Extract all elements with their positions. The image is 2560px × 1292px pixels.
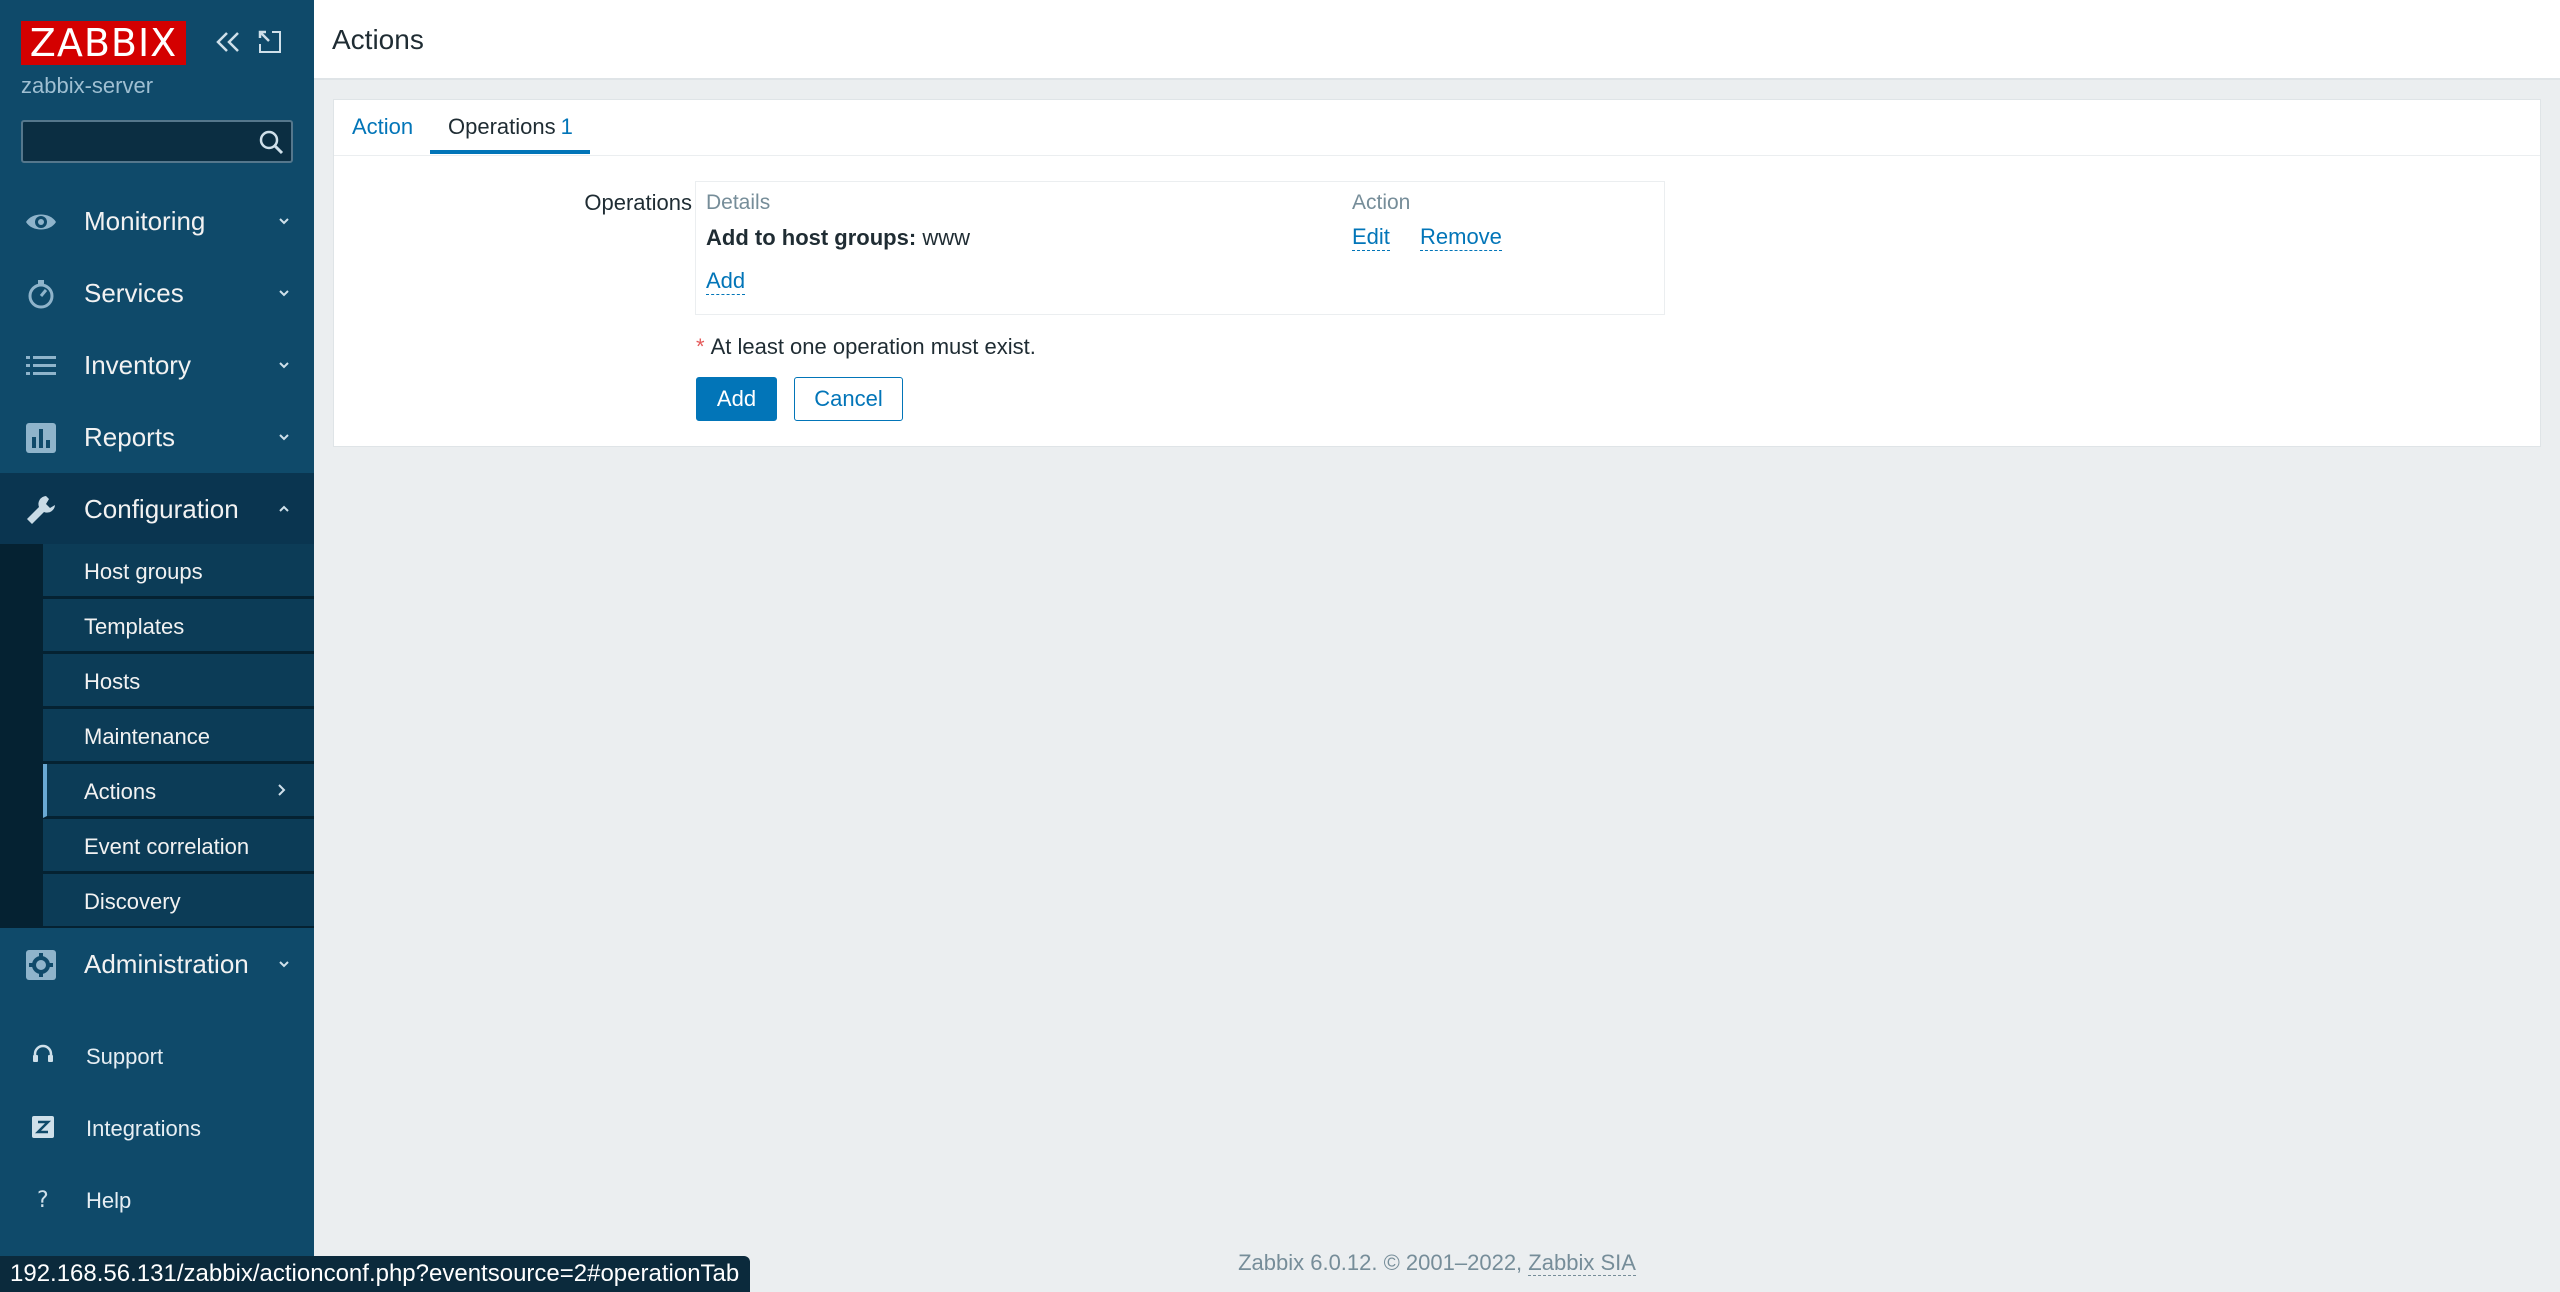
submenu-host-groups[interactable]: Host groups bbox=[43, 544, 314, 598]
collapse-sidebar-icon[interactable] bbox=[212, 26, 244, 58]
svg-text:?: ? bbox=[37, 1188, 49, 1212]
configuration-submenu: Host groups Templates Hosts Maintenance … bbox=[0, 544, 314, 928]
operations-required-hint: * At least one operation must exist. bbox=[696, 334, 1036, 360]
nav-configuration[interactable]: Configuration bbox=[0, 473, 314, 545]
add-button[interactable]: Add bbox=[696, 377, 777, 421]
edit-operation-link[interactable]: Edit bbox=[1352, 224, 1390, 251]
submenu-actions-label: Actions bbox=[84, 779, 157, 804]
chevron-down-icon bbox=[277, 430, 291, 444]
submenu-actions[interactable]: Actions bbox=[43, 764, 314, 818]
chevron-down-icon bbox=[277, 286, 291, 300]
tab-action[interactable]: Action bbox=[352, 114, 413, 140]
tab-operations-count: 1 bbox=[560, 114, 573, 139]
nav-inventory[interactable]: Inventory bbox=[0, 329, 314, 401]
nav-support-label: Support bbox=[86, 1044, 164, 1069]
nav-administration[interactable]: Administration bbox=[0, 928, 314, 1000]
eye-icon bbox=[24, 205, 58, 239]
hint-text: At least one operation must exist. bbox=[710, 334, 1036, 359]
page-title: Actions bbox=[332, 24, 424, 55]
submenu-templates-label: Templates bbox=[84, 614, 185, 639]
submenu-event-correlation[interactable]: Event correlation bbox=[43, 819, 314, 873]
operation-type: Add to host groups: bbox=[706, 225, 917, 250]
gear-icon bbox=[24, 948, 58, 982]
submenu-event-correlation-label: Event correlation bbox=[84, 834, 250, 859]
copyright-text: Zabbix 6.0.12. © 2001–2022, bbox=[1238, 1250, 1523, 1275]
nav-integrations-label: Integrations bbox=[86, 1116, 201, 1141]
submenu-discovery[interactable]: Discovery bbox=[43, 874, 314, 928]
headset-icon bbox=[30, 1042, 56, 1068]
chevron-down-icon bbox=[277, 957, 291, 971]
nav-reports-label: Reports bbox=[84, 421, 176, 452]
sidebar: ZABBIX zabbix-server Monitoring Services… bbox=[0, 0, 314, 1292]
browser-status-url: 192.168.56.131/zabbix/actionconf.php?eve… bbox=[0, 1256, 750, 1292]
submenu-hosts-label: Hosts bbox=[84, 669, 141, 694]
search-icon[interactable] bbox=[257, 128, 285, 156]
operations-label: Operations bbox=[584, 190, 692, 215]
search-input[interactable] bbox=[23, 122, 243, 161]
page-header: Actions bbox=[314, 0, 2560, 80]
nav-configuration-label: Configuration bbox=[84, 493, 239, 524]
required-asterisk: * bbox=[696, 334, 705, 359]
nav-monitoring[interactable]: Monitoring bbox=[0, 185, 314, 257]
list-icon bbox=[24, 349, 58, 383]
nav-inventory-label: Inventory bbox=[84, 349, 191, 380]
cancel-button[interactable]: Cancel bbox=[794, 377, 903, 421]
kiosk-mode-icon[interactable] bbox=[256, 28, 284, 56]
nav-reports[interactable]: Reports bbox=[0, 401, 314, 473]
submenu-host-groups-label: Host groups bbox=[84, 559, 203, 584]
nav-monitoring-label: Monitoring bbox=[84, 205, 206, 236]
chevron-up-icon bbox=[277, 502, 291, 516]
bar-chart-icon bbox=[24, 421, 58, 455]
z-icon bbox=[30, 1114, 56, 1140]
submenu-discovery-label: Discovery bbox=[84, 889, 181, 914]
remove-operation-link[interactable]: Remove bbox=[1420, 224, 1502, 251]
server-name: zabbix-server bbox=[21, 73, 154, 98]
chevron-down-icon bbox=[277, 358, 291, 372]
question-icon: ? bbox=[30, 1186, 56, 1213]
add-operation-link[interactable]: Add bbox=[706, 268, 746, 295]
active-tab-indicator bbox=[430, 150, 590, 154]
wrench-icon bbox=[24, 493, 58, 527]
submenu-templates[interactable]: Templates bbox=[43, 599, 314, 653]
chevron-right-icon bbox=[276, 782, 288, 798]
chevron-down-icon bbox=[277, 214, 291, 228]
vendor-link[interactable]: Zabbix SIA bbox=[1528, 1250, 1636, 1276]
nav-support[interactable]: Support bbox=[0, 1020, 314, 1092]
column-header-action: Action bbox=[1352, 191, 1411, 214]
nav-help[interactable]: ? Help bbox=[0, 1164, 314, 1236]
zabbix-logo[interactable]: ZABBIX bbox=[21, 21, 186, 65]
nav-integrations[interactable]: Integrations bbox=[0, 1092, 314, 1164]
submenu-maintenance-label: Maintenance bbox=[84, 724, 210, 749]
operation-row: Add to host groups: www bbox=[706, 225, 970, 251]
sidebar-search bbox=[21, 120, 293, 163]
submenu-maintenance[interactable]: Maintenance bbox=[43, 709, 314, 763]
nav-administration-label: Administration bbox=[84, 948, 249, 979]
operation-value: www bbox=[922, 225, 970, 250]
tab-operations-label: Operations bbox=[448, 114, 556, 139]
operations-table: Details Action Add to host groups: www E… bbox=[695, 181, 1665, 315]
tab-operations[interactable]: Operations 1 bbox=[448, 114, 573, 140]
nav-help-label: Help bbox=[86, 1188, 132, 1213]
tab-bar: Action Operations 1 bbox=[334, 100, 2540, 156]
submenu-hosts[interactable]: Hosts bbox=[43, 654, 314, 708]
nav-services-label: Services bbox=[84, 277, 184, 308]
nav-services[interactable]: Services bbox=[0, 257, 314, 329]
column-header-details: Details bbox=[706, 191, 771, 214]
action-form-panel: Action Operations 1 Operations Details Ac… bbox=[333, 99, 2541, 447]
stopwatch-icon bbox=[24, 277, 58, 311]
